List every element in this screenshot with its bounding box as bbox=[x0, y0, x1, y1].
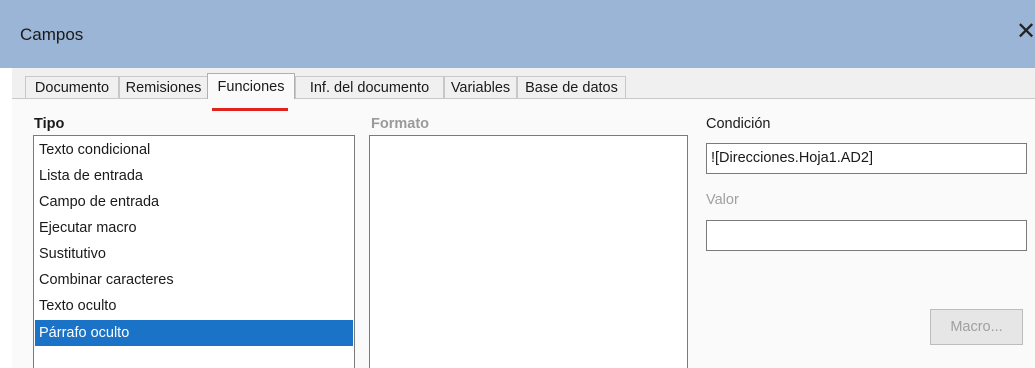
list-item[interactable]: Campo de entrada bbox=[35, 189, 353, 215]
tab-inf-del-documento[interactable]: Inf. del documento bbox=[295, 76, 444, 98]
tipo-label: Tipo bbox=[34, 116, 65, 132]
tab-documento[interactable]: Documento bbox=[25, 76, 119, 98]
list-item[interactable]: Sustitutivo bbox=[35, 241, 353, 267]
valor-label: Valor bbox=[706, 192, 739, 208]
tipo-listbox[interactable]: Texto condicional Lista de entrada Campo… bbox=[33, 135, 355, 368]
list-item[interactable]: Ejecutar macro bbox=[35, 215, 353, 241]
tab-variables[interactable]: Variables bbox=[444, 76, 517, 98]
formato-label: Formato bbox=[371, 116, 429, 132]
formato-listbox[interactable] bbox=[369, 135, 688, 368]
valor-field[interactable] bbox=[706, 220, 1027, 251]
title-bar: Campos ✕ bbox=[0, 0, 1035, 68]
macro-button[interactable]: Macro... bbox=[930, 309, 1023, 345]
list-item[interactable]: Lista de entrada bbox=[35, 163, 353, 189]
list-item[interactable]: Texto oculto bbox=[35, 293, 353, 319]
list-item[interactable]: Combinar caracteres bbox=[35, 267, 353, 293]
tab-base-de-datos[interactable]: Base de datos bbox=[517, 76, 626, 98]
tab-remisiones[interactable]: Remisiones bbox=[119, 76, 208, 98]
active-tab-indicator bbox=[212, 108, 288, 111]
tab-funciones[interactable]: Funciones bbox=[207, 73, 295, 99]
window-title: Campos bbox=[20, 25, 84, 44]
condicion-label: Condición bbox=[706, 116, 771, 132]
list-item[interactable]: Texto condicional bbox=[35, 137, 353, 163]
close-icon[interactable]: ✕ bbox=[1016, 18, 1035, 46]
list-item-selected[interactable]: Párrafo oculto bbox=[35, 320, 353, 346]
condicion-field[interactable]: ![Direcciones.Hoja1.AD2] bbox=[706, 143, 1027, 174]
